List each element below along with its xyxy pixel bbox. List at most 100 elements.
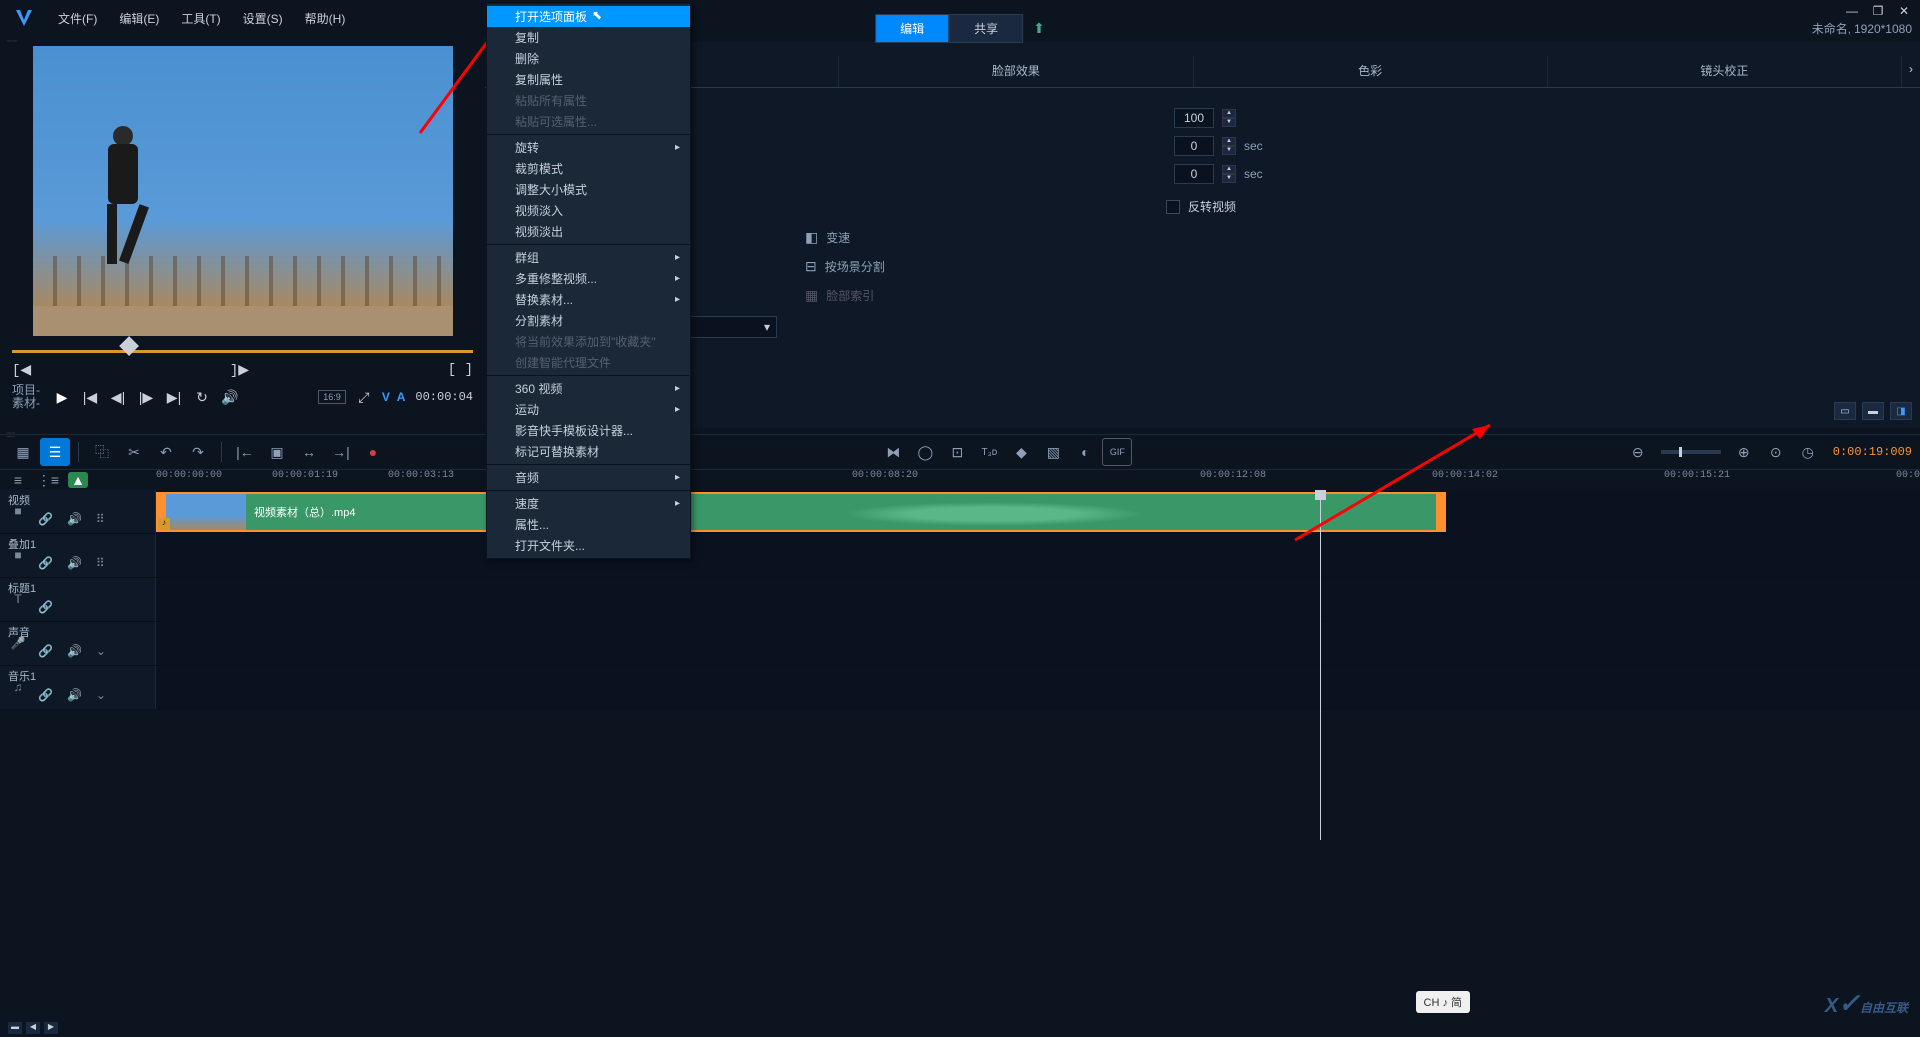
ctx-item[interactable]: 调整大小模式 bbox=[487, 179, 690, 200]
zoom-in-button[interactable]: ⊕ bbox=[1729, 438, 1759, 466]
ctx-item[interactable]: 打开选项面板 bbox=[487, 6, 690, 27]
copy-button[interactable]: ⿻ bbox=[87, 438, 117, 466]
record-button[interactable]: ● bbox=[358, 438, 388, 466]
spinner-down[interactable]: ▼ bbox=[1222, 174, 1236, 183]
spinner-down[interactable]: ▼ bbox=[1222, 146, 1236, 155]
expand-icon[interactable]: ⤢ bbox=[354, 387, 374, 407]
mark-in-icon[interactable]: [◀ bbox=[12, 362, 31, 379]
close-button[interactable]: ✕ bbox=[1896, 4, 1912, 18]
ctx-item[interactable]: 旋转 bbox=[487, 137, 690, 158]
paint-button[interactable]: ◆ bbox=[1006, 438, 1036, 466]
mute-icon[interactable]: 🔊 bbox=[67, 556, 82, 570]
reverse-checkbox[interactable] bbox=[1166, 200, 1180, 214]
ctx-item[interactable]: 速度 bbox=[487, 493, 690, 514]
timeline-ruler[interactable]: ≡ ⋮≡ ▲ 00:00:00:0000:00:01:1900:00:03:13… bbox=[0, 470, 1920, 490]
menu-file[interactable]: 文件(F) bbox=[48, 6, 107, 31]
goto-end-button[interactable]: ▶| bbox=[164, 387, 184, 407]
menu-settings[interactable]: 设置(S) bbox=[233, 6, 293, 31]
redo-button[interactable]: ↷ bbox=[183, 438, 213, 466]
ctx-item[interactable]: 打开文件夹... bbox=[487, 535, 690, 556]
ctx-item[interactable]: 复制属性 bbox=[487, 69, 690, 90]
preview-viewport[interactable] bbox=[33, 46, 453, 336]
ctx-item[interactable]: 裁剪模式 bbox=[487, 158, 690, 179]
aspect-badge[interactable]: 16:9 bbox=[318, 390, 346, 404]
ctx-item[interactable]: 360 视频 bbox=[487, 378, 690, 399]
ctx-item[interactable]: 多重修整视频... bbox=[487, 268, 690, 289]
scene-split-link[interactable]: ⊟ 按场景分割 bbox=[497, 258, 1908, 275]
storyboard-view-button[interactable]: ▦ bbox=[8, 438, 38, 466]
link-icon[interactable]: 🔗 bbox=[38, 556, 53, 570]
zoom-slider[interactable] bbox=[1661, 450, 1721, 454]
track-video-content[interactable]: 视频素材（总）.mp4 ♪ bbox=[156, 490, 1920, 533]
track-sound-content[interactable] bbox=[156, 622, 1920, 665]
mark-range-icon[interactable]: [ ] bbox=[448, 362, 473, 379]
expand-icon[interactable]: ⌄ bbox=[96, 644, 106, 658]
maximize-button[interactable]: ❐ bbox=[1870, 4, 1886, 18]
ctx-item[interactable]: 群组 bbox=[487, 247, 690, 268]
ripple-icon[interactable]: ⠿ bbox=[96, 556, 105, 570]
player-mode-clip[interactable]: 素材- bbox=[12, 397, 40, 410]
adjust-button[interactable]: ◐ bbox=[1070, 438, 1100, 466]
ctx-item[interactable]: 复制 bbox=[487, 27, 690, 48]
link-icon[interactable]: 🔗 bbox=[38, 512, 53, 526]
status-scroll-left[interactable]: ◀ bbox=[26, 1022, 40, 1034]
prop-tab-face[interactable]: 脸部效果 bbox=[839, 56, 1193, 87]
panel-layout-1-icon[interactable]: ▭ bbox=[1834, 402, 1856, 420]
ctx-item[interactable]: 视频淡入 bbox=[487, 200, 690, 221]
crop-button[interactable]: ▣ bbox=[262, 438, 292, 466]
mode-share[interactable]: 共享 bbox=[949, 14, 1023, 43]
timeline-timecode[interactable]: 0:00:19:009 bbox=[1833, 445, 1912, 459]
ctx-item[interactable]: 音频 bbox=[487, 467, 690, 488]
mark-out-icon[interactable]: ]▶ bbox=[230, 362, 249, 379]
mute-icon[interactable]: 🔊 bbox=[67, 512, 82, 526]
cut-button[interactable]: ✂ bbox=[119, 438, 149, 466]
panel-layout-2-icon[interactable]: ▬ bbox=[1862, 402, 1884, 420]
text3d-button[interactable]: T₃ᴅ bbox=[974, 438, 1004, 466]
menu-edit[interactable]: 编辑(E) bbox=[109, 6, 169, 31]
preview-scrubber[interactable] bbox=[12, 344, 473, 358]
track-add-icon[interactable]: ▲ bbox=[68, 472, 88, 488]
prop-tab-lens[interactable]: 镜头校正 bbox=[1548, 56, 1902, 87]
mask-button[interactable]: ▧ bbox=[1038, 438, 1068, 466]
loop-button[interactable]: ↻ bbox=[192, 387, 212, 407]
tracking-button[interactable]: ⊡ bbox=[942, 438, 972, 466]
track-list-icon[interactable]: ≡ bbox=[8, 472, 28, 488]
step-back-button[interactable]: ◀| bbox=[108, 387, 128, 407]
link-icon[interactable]: 🔗 bbox=[38, 600, 53, 614]
mark-out-button[interactable]: →| bbox=[326, 438, 356, 466]
ctx-item[interactable]: 影音快手模板设计器... bbox=[487, 420, 690, 441]
transition-button[interactable]: ⧓ bbox=[878, 438, 908, 466]
play-button[interactable]: ▶ bbox=[52, 387, 72, 407]
spinner-up[interactable]: ▲ bbox=[1222, 165, 1236, 174]
menu-tools[interactable]: 工具(T) bbox=[171, 6, 230, 31]
ripple-icon[interactable]: ⠿ bbox=[96, 512, 105, 526]
volume-button[interactable]: 🔊 bbox=[220, 387, 240, 407]
expand-icon[interactable]: ⌄ bbox=[96, 688, 106, 702]
track-title-content[interactable] bbox=[156, 578, 1920, 621]
link-icon[interactable]: 🔗 bbox=[38, 644, 53, 658]
ctx-item[interactable]: 视频淡出 bbox=[487, 221, 690, 242]
video-clip[interactable]: 视频素材（总）.mp4 ♪ bbox=[156, 492, 1446, 532]
mute-icon[interactable]: 🔊 bbox=[67, 688, 82, 702]
panel-layout-3-icon[interactable]: ◨ bbox=[1890, 402, 1912, 420]
zoom-out-button[interactable]: ⊖ bbox=[1623, 438, 1653, 466]
menu-help[interactable]: 帮助(H) bbox=[295, 6, 356, 31]
status-btn-1[interactable]: ▬ bbox=[8, 1022, 22, 1034]
ctx-item[interactable]: 分割素材 bbox=[487, 310, 690, 331]
status-scroll-right[interactable]: ▶ bbox=[44, 1022, 58, 1034]
track-menu-icon[interactable]: ⋮≡ bbox=[38, 472, 58, 488]
goto-start-button[interactable]: |◀ bbox=[80, 387, 100, 407]
step-forward-button[interactable]: |▶ bbox=[136, 387, 156, 407]
fit-button[interactable]: ⊙ bbox=[1761, 438, 1791, 466]
gif-button[interactable]: GIF bbox=[1102, 438, 1132, 466]
spinner-up[interactable]: ▲ bbox=[1222, 137, 1236, 146]
playhead[interactable] bbox=[1320, 490, 1321, 840]
mark-in-button[interactable]: |← bbox=[230, 438, 260, 466]
mute-icon[interactable]: 🔊 bbox=[67, 644, 82, 658]
fadein-input[interactable] bbox=[1174, 136, 1214, 156]
stretch-button[interactable]: ↔ bbox=[294, 438, 324, 466]
prop-tab-next-icon[interactable]: › bbox=[1902, 56, 1920, 87]
speed-link[interactable]: ◧ 变速 bbox=[497, 229, 1908, 246]
spinner-down[interactable]: ▼ bbox=[1222, 118, 1236, 127]
upload-icon[interactable]: ⬆ bbox=[1033, 20, 1045, 37]
